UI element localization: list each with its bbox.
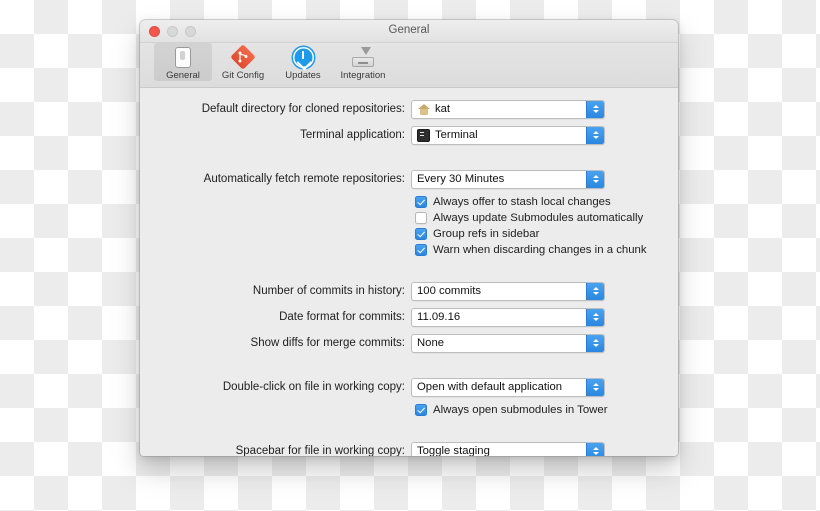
date-format-label: Date format for commits: <box>279 311 405 323</box>
checkbox-row-group-refs[interactable]: Group refs in sidebar <box>415 226 678 242</box>
checkbox-row-update-submodules[interactable]: Always update Submodules automatically <box>415 210 678 226</box>
checkbox-warn-discarding-label: Warn when discarding changes in a chunk <box>433 244 647 256</box>
home-folder-icon <box>417 103 430 116</box>
merge-diffs-label: Show diffs for merge commits: <box>250 337 405 349</box>
chevron-down-icon <box>592 344 599 347</box>
spacebar-label: Spacebar for file in working copy: <box>235 445 405 456</box>
terminal-app-value: Terminal <box>435 129 478 141</box>
chevron-down-icon <box>592 452 599 455</box>
preferences-toolbar: General Git Config Updates Integration <box>140 43 678 88</box>
chevron-down-icon <box>592 136 599 139</box>
auto-fetch-select[interactable]: Every 30 Minutes <box>411 169 605 189</box>
commits-history-value: 100 commits <box>417 285 482 297</box>
updates-icon <box>274 45 332 69</box>
checkbox-row-warn-discarding[interactable]: Warn when discarding changes in a chunk <box>415 242 678 258</box>
setting-row-double-click: Double-click on file in working copy: Op… <box>140 376 678 398</box>
checkbox-warn-discarding[interactable] <box>415 244 427 256</box>
merge-diffs-select[interactable]: None <box>411 333 605 353</box>
chevron-up-icon <box>592 131 599 134</box>
toolbar-tab-general[interactable]: General <box>154 43 212 81</box>
setting-row-cloned-repos: Default directory for cloned repositorie… <box>140 98 678 120</box>
checkbox-row-stash-local-changes[interactable]: Always offer to stash local changes <box>415 194 678 210</box>
double-click-value: Open with default application <box>417 381 563 393</box>
integration-icon <box>334 45 392 69</box>
chevron-up-icon <box>592 447 599 450</box>
window-title: General <box>388 24 430 36</box>
double-click-stepper[interactable] <box>586 378 604 396</box>
chevron-up-icon <box>592 287 599 290</box>
chevron-up-icon <box>592 339 599 342</box>
checkbox-update-submodules-label: Always update Submodules automatically <box>433 212 644 224</box>
toolbar-tab-integration[interactable]: Integration <box>334 43 392 81</box>
double-click-label: Double-click on file in working copy: <box>222 381 405 393</box>
setting-row-commits-history: Number of commits in history: 100 commit… <box>140 280 678 302</box>
chevron-down-icon <box>592 318 599 321</box>
commits-history-stepper[interactable] <box>586 282 604 300</box>
date-format-select[interactable]: 11.09.16 <box>411 307 605 327</box>
commits-history-label: Number of commits in history: <box>252 285 405 297</box>
terminal-app-stepper[interactable] <box>586 126 604 144</box>
terminal-app-select[interactable]: Terminal <box>411 125 605 145</box>
commits-history-select[interactable]: 100 commits <box>411 281 605 301</box>
chevron-up-icon <box>592 383 599 386</box>
chevron-up-icon <box>592 105 599 108</box>
general-icon <box>154 45 212 69</box>
auto-fetch-label: Automatically fetch remote repositories: <box>203 173 405 185</box>
spacebar-value: Toggle staging <box>417 445 490 456</box>
cloned-repos-label: Default directory for cloned repositorie… <box>201 103 405 115</box>
checkbox-stash-local-changes-label: Always offer to stash local changes <box>433 196 611 208</box>
terminal-icon <box>417 128 430 142</box>
checkbox-row-open-submodules-in-tower[interactable]: Always open submodules in Tower <box>415 402 678 418</box>
merge-diffs-stepper[interactable] <box>586 334 604 352</box>
toolbar-tab-updates-label: Updates <box>285 70 321 81</box>
checkbox-group-refs[interactable] <box>415 228 427 240</box>
terminal-app-label: Terminal application: <box>300 129 405 141</box>
setting-row-merge-diffs: Show diffs for merge commits: None <box>140 332 678 354</box>
checkbox-open-submodules-in-tower[interactable] <box>415 404 427 416</box>
toolbar-tab-general-label: General <box>166 70 200 81</box>
date-format-value: 11.09.16 <box>417 311 461 323</box>
chevron-down-icon <box>592 388 599 391</box>
cloned-repos-stepper[interactable] <box>586 100 604 118</box>
double-click-select[interactable]: Open with default application <box>411 377 605 397</box>
date-format-stepper[interactable] <box>586 308 604 326</box>
checkbox-stash-local-changes[interactable] <box>415 196 427 208</box>
checkbox-update-submodules[interactable] <box>415 212 427 224</box>
setting-row-date-format: Date format for commits: 11.09.16 <box>140 306 678 328</box>
chevron-down-icon <box>592 292 599 295</box>
setting-row-spacebar: Spacebar for file in working copy: Toggl… <box>140 440 678 456</box>
setting-row-auto-fetch: Automatically fetch remote repositories:… <box>140 168 678 190</box>
preferences-window: General General Git Config Updates Integ… <box>140 20 678 456</box>
chevron-up-icon <box>592 175 599 178</box>
toolbar-tab-git-config-label: Git Config <box>221 70 265 81</box>
chevron-down-icon <box>592 180 599 183</box>
merge-diffs-value: None <box>417 337 445 349</box>
cloned-repos-select[interactable]: kat <box>411 99 605 119</box>
spacebar-stepper[interactable] <box>586 442 604 456</box>
cloned-repos-value: kat <box>435 103 451 115</box>
checkbox-open-submodules-in-tower-label: Always open submodules in Tower <box>433 404 608 416</box>
setting-row-terminal-app: Terminal application: Terminal <box>140 124 678 146</box>
window-titlebar: General <box>140 20 678 43</box>
chevron-up-icon <box>592 313 599 316</box>
toolbar-tab-updates[interactable]: Updates <box>274 43 332 81</box>
git-config-icon <box>214 44 272 70</box>
toolbar-tab-integration-label: Integration <box>340 70 386 81</box>
toolbar-tab-git-config[interactable]: Git Config <box>214 43 272 81</box>
settings-content: Default directory for cloned repositorie… <box>140 88 678 456</box>
chevron-down-icon <box>592 110 599 113</box>
auto-fetch-stepper[interactable] <box>586 170 604 188</box>
spacebar-select[interactable]: Toggle staging <box>411 441 605 456</box>
checkbox-group-refs-label: Group refs in sidebar <box>433 228 540 240</box>
auto-fetch-value: Every 30 Minutes <box>417 173 505 185</box>
